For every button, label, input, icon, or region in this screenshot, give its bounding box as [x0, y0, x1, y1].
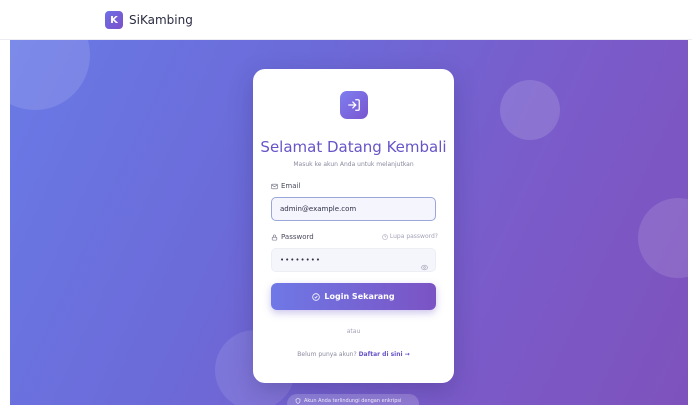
- login-button[interactable]: Login Sekarang: [271, 283, 436, 310]
- password-label: Password: [271, 233, 314, 241]
- decorative-bubble: [10, 40, 90, 110]
- decorative-bubble: [638, 198, 688, 278]
- page-subtitle: Masuk ke akun Anda untuk melanjutkan: [293, 161, 414, 168]
- divider-text: atau: [346, 328, 361, 335]
- shield-icon: [295, 398, 301, 404]
- top-navbar: K SiKambing: [0, 0, 692, 40]
- check-circle-icon: [312, 292, 321, 301]
- decorative-bubble: [500, 80, 560, 140]
- register-prompt-text: Belum punya akun?: [297, 351, 357, 358]
- email-input[interactable]: [271, 197, 436, 221]
- register-link[interactable]: Daftar di sini →: [359, 351, 410, 358]
- login-card: Selamat Datang Kembali Masuk ke akun And…: [253, 69, 454, 383]
- email-label: Email: [271, 182, 300, 190]
- security-notice-text: Akun Anda terlindungi dengan enkripsi: [304, 398, 402, 404]
- email-label-text: Email: [281, 182, 301, 190]
- brand-name: SiKambing: [129, 13, 193, 27]
- brand-link[interactable]: K SiKambing: [105, 11, 193, 29]
- forgot-password-link[interactable]: Lupa password?: [382, 233, 438, 240]
- security-notice: Akun Anda terlindungi dengan enkripsi: [287, 394, 419, 405]
- register-prompt: Belum punya akun? Daftar di sini →: [253, 351, 454, 358]
- brand-logo: K: [105, 11, 123, 29]
- login-button-label: Login Sekarang: [324, 292, 395, 301]
- lock-icon: [271, 234, 278, 240]
- forgot-password-text: Lupa password?: [389, 233, 438, 240]
- help-circle-icon: [382, 233, 388, 240]
- password-input[interactable]: [271, 248, 436, 272]
- password-label-text: Password: [281, 233, 314, 241]
- page-title: Selamat Datang Kembali: [260, 138, 447, 156]
- eye-icon[interactable]: [420, 256, 429, 275]
- mail-icon: [271, 183, 278, 189]
- login-arrow-icon: [340, 91, 368, 119]
